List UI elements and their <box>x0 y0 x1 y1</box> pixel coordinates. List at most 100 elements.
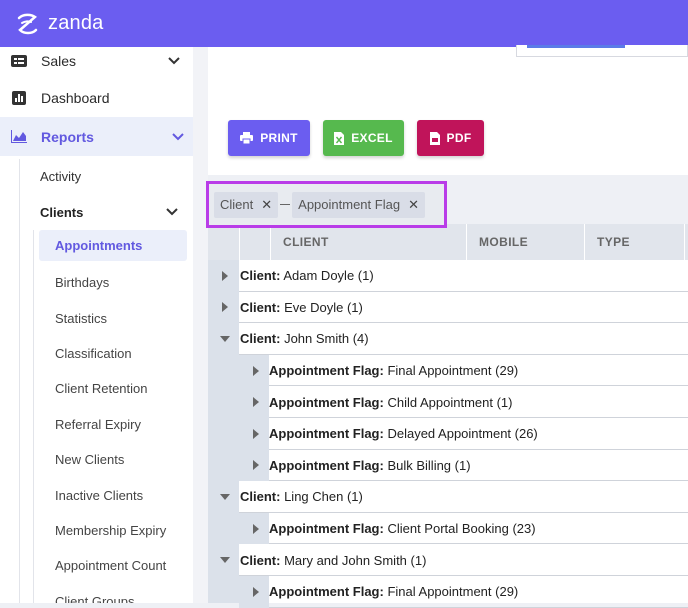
group-key: Appointment Flag: <box>269 363 384 379</box>
group-row-label: Client: Ling Chen (1) <box>240 489 363 504</box>
field-focus-bar <box>527 45 625 48</box>
main-content: PRINT EXCEL PDF CLIENT MOBILE TYPE Clien… <box>206 45 688 608</box>
flag-group-row[interactable]: Appointment Flag: Bulk Billing (1) <box>208 449 688 482</box>
group-value: Delayed Appointment (26) <box>387 426 538 442</box>
clients-submenu: Appointments Birthdays Statistics Classi… <box>20 230 193 603</box>
reports-submenu: Activity Clients Appointments Birthdays … <box>0 159 193 603</box>
group-row-label: Client: Eve Doyle (1) <box>240 300 363 315</box>
group-chip-client[interactable]: Client ✕ <box>214 191 279 218</box>
caret-down-icon[interactable] <box>220 555 230 565</box>
brand-name: zanda <box>48 12 104 34</box>
caret-right-icon[interactable] <box>251 523 261 534</box>
chip-connector <box>280 204 291 205</box>
group-row-label: Appointment Flag: Bulk Billing (1) <box>269 458 471 473</box>
print-label: PRINT <box>260 131 298 145</box>
client-group-row[interactable]: Client: Ling Chen (1) <box>208 481 688 513</box>
group-row-label: Appointment Flag: Client Portal Booking … <box>269 521 536 536</box>
sidebar-item-label: Sales <box>41 52 77 69</box>
group-row-label: Appointment Flag: Delayed Appointment (2… <box>269 426 538 441</box>
group-key: Client: <box>240 331 281 347</box>
group-value: Client Portal Booking (23) <box>387 521 536 537</box>
excel-file-icon <box>334 131 345 145</box>
pdf-label: PDF <box>446 131 472 145</box>
row-divider <box>269 606 688 608</box>
sidebar-item-client-retention[interactable]: Client Retention <box>39 371 187 406</box>
chevron-down-icon <box>167 54 181 68</box>
group-row-label: Client: Adam Doyle (1) <box>240 268 374 283</box>
dashboard-icon <box>11 90 27 105</box>
group-chip-appointment-flag[interactable]: Appointment Flag ✕ <box>292 191 425 218</box>
submenu-guide-line <box>33 230 34 603</box>
sales-icon <box>11 54 27 67</box>
sidebar-item-client-groups[interactable]: Client Groups <box>39 584 187 603</box>
sidebar-item-sales[interactable]: Sales <box>0 47 193 74</box>
date-filter-field[interactable] <box>516 45 688 57</box>
sidebar-item-clients[interactable]: Clients <box>20 194 193 230</box>
sidebar-item-birthdays[interactable]: Birthdays <box>39 265 187 300</box>
zanda-logo-icon <box>17 13 38 34</box>
report-grid: CLIENT MOBILE TYPE Client: Adam Doyle (1… <box>208 224 688 608</box>
flag-group-row[interactable]: Appointment Flag: Final Appointment (29) <box>208 354 688 387</box>
caret-right-icon[interactable] <box>251 586 261 597</box>
client-group-row[interactable]: Client: John Smith (4) <box>208 323 688 355</box>
grid-header-spacer <box>684 224 688 260</box>
flag-group-row[interactable]: Appointment Flag: Client Portal Booking … <box>208 512 688 545</box>
group-key: Appointment Flag: <box>269 521 384 537</box>
caret-down-icon[interactable] <box>220 492 230 502</box>
chip-label: Appointment Flag <box>298 197 401 212</box>
caret-right-icon[interactable] <box>251 460 261 471</box>
caret-right-icon[interactable] <box>220 302 230 313</box>
caret-right-icon[interactable] <box>220 270 230 281</box>
sidebar-item-membership-expiry[interactable]: Membership Expiry <box>39 513 187 548</box>
group-value: Final Appointment (29) <box>387 363 519 379</box>
caret-right-icon[interactable] <box>251 365 261 376</box>
group-row-label: Appointment Flag: Final Appointment (29) <box>269 584 518 599</box>
client-group-row[interactable]: Client: Mary and John Smith (1) <box>208 544 688 576</box>
sidebar-item-referral-expiry[interactable]: Referral Expiry <box>39 407 187 442</box>
group-key: Client: <box>240 552 281 568</box>
flag-group-row[interactable]: Appointment Flag: Child Appointment (1) <box>208 386 688 418</box>
sidebar-item-label: Clients <box>40 204 84 220</box>
sidebar-item-statistics[interactable]: Statistics <box>39 300 187 335</box>
column-header-mobile[interactable]: MOBILE <box>466 224 584 260</box>
chip-label: Client <box>220 197 254 212</box>
flag-group-row[interactable]: Appointment Flag: Delayed Appointment (2… <box>208 418 688 450</box>
sidebar-item-new-clients[interactable]: New Clients <box>39 442 187 477</box>
group-key: Appointment Flag: <box>269 584 384 600</box>
sidebar-item-appointments[interactable]: Appointments <box>39 230 187 261</box>
sidebar-item-label: Reports <box>41 128 94 145</box>
client-group-row[interactable]: Client: Eve Doyle (1) <box>208 292 688 324</box>
printer-icon <box>240 132 254 144</box>
sidebar-item-dashboard[interactable]: Dashboard <box>0 78 193 117</box>
sidebar-item-activity[interactable]: Activity <box>20 159 193 194</box>
sidebar-item-appointment-count[interactable]: Appointment Count <box>39 548 187 583</box>
group-key: Appointment Flag: <box>269 457 384 473</box>
pdf-button[interactable]: PDF <box>417 120 484 156</box>
group-row-label: Client: Mary and John Smith (1) <box>240 553 426 568</box>
remove-chip-icon[interactable]: ✕ <box>408 197 419 213</box>
group-value: Bulk Billing (1) <box>387 457 471 473</box>
sidebar-item-classification[interactable]: Classification <box>39 336 187 371</box>
caret-right-icon[interactable] <box>251 428 261 439</box>
caret-right-icon[interactable] <box>251 397 261 408</box>
sidebar: Sales Dashboard Reports Activity Clients <box>0 47 193 603</box>
group-value: Eve Doyle (1) <box>284 299 363 315</box>
group-row-label: Client: John Smith (4) <box>240 331 369 346</box>
print-button[interactable]: PRINT <box>228 120 310 156</box>
brand-logo[interactable]: zanda <box>12 9 104 39</box>
area-chart-icon <box>11 130 27 144</box>
group-value: Mary and John Smith (1) <box>284 552 427 568</box>
excel-button[interactable]: EXCEL <box>323 120 404 156</box>
column-header-type[interactable]: TYPE <box>584 224 684 260</box>
column-header-client[interactable]: CLIENT <box>270 224 466 260</box>
group-value: Final Appointment (29) <box>387 584 519 600</box>
pdf-file-icon <box>429 131 440 145</box>
sidebar-item-reports[interactable]: Reports <box>0 117 193 156</box>
sidebar-item-inactive-clients[interactable]: Inactive Clients <box>39 477 187 512</box>
caret-down-icon[interactable] <box>220 334 230 344</box>
client-group-row[interactable]: Client: Adam Doyle (1) <box>208 260 688 292</box>
remove-chip-icon[interactable]: ✕ <box>261 197 272 213</box>
group-value: Adam Doyle (1) <box>283 268 374 284</box>
group-row-label: Appointment Flag: Final Appointment (29) <box>269 363 518 378</box>
sidebar-item-label: Dashboard <box>41 89 110 106</box>
